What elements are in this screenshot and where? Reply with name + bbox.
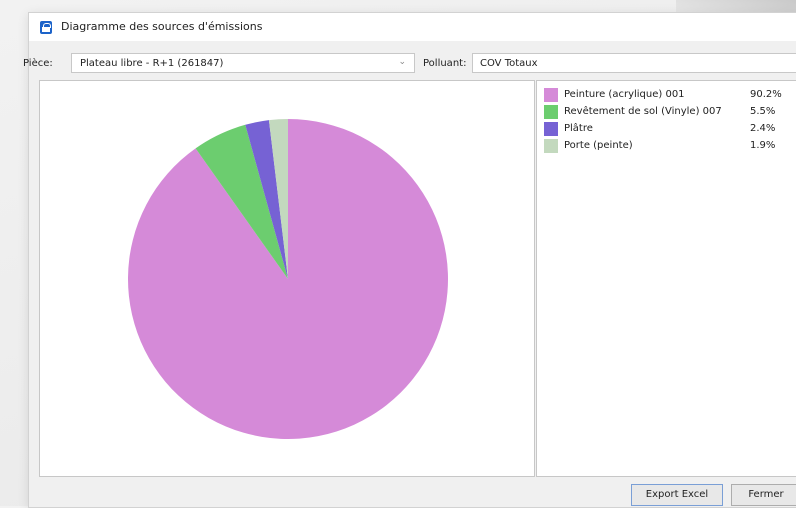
legend-value: 2.4% (750, 123, 776, 134)
emission-sources-dialog: Diagramme des sources d'émissions Pièce:… (23, 12, 796, 508)
pollutant-label: Polluant: (423, 58, 467, 69)
legend-value: 90.2% (750, 89, 782, 100)
chevron-down-icon[interactable]: ⌄ (398, 57, 406, 67)
room-label: Pièce: (23, 58, 53, 69)
room-select[interactable]: Plateau libre - R+1 (261847) ⌄ (71, 53, 415, 73)
dialog-footer: Export Excel Fermer (29, 477, 796, 507)
legend-swatch (544, 88, 558, 102)
legend-swatch (544, 139, 558, 153)
legend-swatch (544, 122, 558, 136)
window-title: Diagramme des sources d'émissions (61, 20, 263, 33)
app-icon (40, 21, 52, 34)
legend-label: Porte (peinte) (564, 140, 633, 151)
room-select-value: Plateau libre - R+1 (261847) (80, 58, 224, 69)
legend-list: Peinture (acrylique) 001 90.2% Revêtemen… (544, 87, 796, 155)
legend-label: Revêtement de sol (Vinyle) 007 (564, 106, 722, 117)
legend-panel: Peinture (acrylique) 001 90.2% Revêtemen… (536, 80, 796, 477)
close-button[interactable]: Fermer (731, 484, 796, 506)
pollutant-field[interactable]: COV Totaux (472, 53, 796, 73)
legend-label: Plâtre (564, 123, 593, 134)
filter-toolbar: Pièce: Plateau libre - R+1 (261847) ⌄ Po… (23, 41, 796, 79)
legend-swatch (544, 105, 558, 119)
legend-value: 5.5% (750, 106, 776, 117)
legend-value: 1.9% (750, 140, 776, 151)
pollutant-value: COV Totaux (480, 58, 538, 69)
pie-chart (127, 119, 449, 439)
export-excel-button[interactable]: Export Excel (631, 484, 723, 506)
title-bar[interactable]: Diagramme des sources d'émissions (29, 13, 796, 41)
legend-item: Revêtement de sol (Vinyle) 007 5.5% (544, 104, 796, 121)
legend-item: Plâtre 2.4% (544, 121, 796, 138)
legend-item: Porte (peinte) 1.9% (544, 138, 796, 155)
legend-item: Peinture (acrylique) 001 90.2% (544, 87, 796, 104)
pie-chart-panel (39, 80, 535, 477)
legend-label: Peinture (acrylique) 001 (564, 89, 685, 100)
